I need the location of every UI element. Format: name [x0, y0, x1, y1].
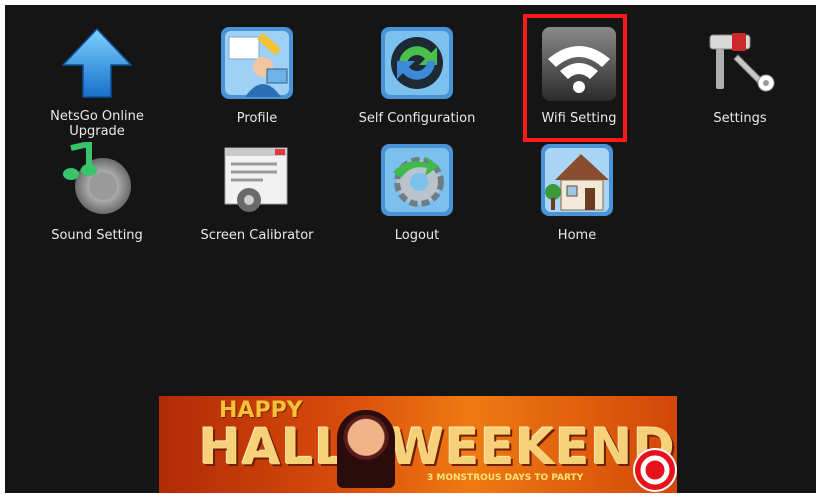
app-label: Profile	[236, 111, 278, 126]
banner-title-text: HALLOWEEKEND	[199, 418, 676, 476]
halloweekend-banner[interactable]: HAPPY HALLOWEEKEND 3 MONSTROUS DAYS TO P…	[159, 396, 677, 493]
app-label: Wifi Setting	[541, 111, 617, 126]
profile-icon	[219, 25, 295, 101]
banner-subtitle-text: 3 MONSTROUS DAYS TO PARTY	[427, 473, 584, 483]
app-profile[interactable]: Profile	[187, 25, 327, 145]
app-self-configuration[interactable]: Self Configuration	[347, 25, 487, 145]
app-screen-calibrator[interactable]: Screen Calibrator	[187, 142, 327, 252]
app-label: Home	[557, 228, 597, 243]
launcher-screen: NetsGo Online Upgrade Profile Self Confi…	[5, 5, 816, 493]
logout-gear-icon	[379, 142, 455, 218]
app-logout[interactable]: Logout	[347, 142, 487, 252]
tools-icon	[702, 25, 778, 101]
house-icon	[539, 142, 615, 218]
app-label: Sound Setting	[51, 228, 143, 243]
app-label: Screen Calibrator	[200, 228, 314, 243]
upload-arrow-icon	[59, 25, 135, 101]
app-label: Logout	[394, 228, 440, 243]
calibrator-icon	[219, 142, 295, 218]
app-home[interactable]: Home	[507, 142, 647, 252]
banner-record-button-icon[interactable]	[633, 448, 677, 492]
app-netsgo-online-upgrade[interactable]: NetsGo Online Upgrade	[27, 25, 167, 145]
wifi-icon	[540, 25, 618, 103]
app-sound-setting[interactable]: Sound Setting	[27, 140, 167, 252]
app-wifi-setting[interactable]: Wifi Setting	[509, 25, 649, 145]
app-settings[interactable]: Settings	[670, 25, 810, 145]
app-label: Self Configuration	[358, 111, 476, 126]
app-label: NetsGo Online Upgrade	[50, 109, 144, 139]
sync-icon	[379, 25, 455, 101]
banner-kid-image	[337, 410, 395, 488]
app-label: Settings	[713, 111, 767, 126]
speaker-icon	[59, 140, 135, 218]
